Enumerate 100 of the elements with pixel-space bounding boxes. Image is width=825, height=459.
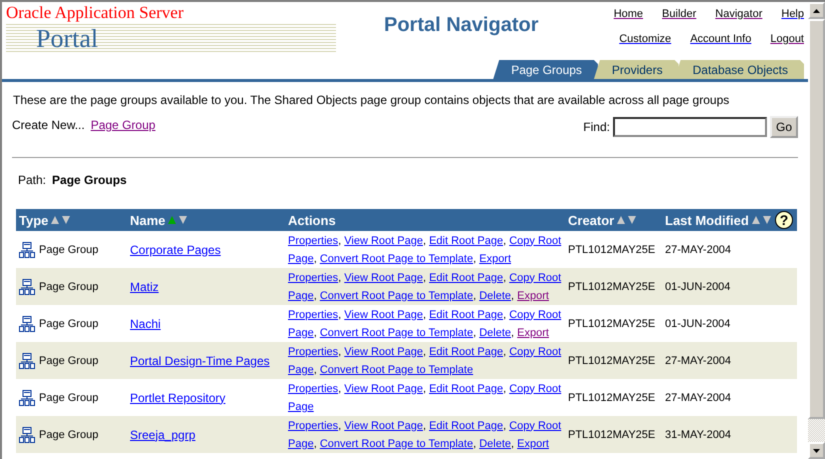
find-field[interactable] [612,117,767,137]
separator-text: , [503,420,506,432]
separator-text: , [338,420,342,432]
separator-text: , [314,326,317,338]
date-cell: 01-JUN-2004 [662,268,797,305]
action-link[interactable]: Export [517,290,549,302]
action-link[interactable]: Page [288,252,314,264]
scrollbar[interactable] [808,2,825,459]
nav-link[interactable]: Help [781,8,804,20]
type-label: Page Group [39,392,98,404]
column-header[interactable]: Type [19,212,48,228]
separator-text: , [422,382,426,394]
action-link[interactable]: Copy Root [509,382,562,394]
creator-cell: PTL1012MAY25E [565,379,662,416]
name-link[interactable]: Sreeja_pgrp [130,428,196,442]
action-link[interactable]: Convert Root Page to Template [320,438,474,450]
down-arrow-icon[interactable] [813,448,820,452]
action-link[interactable]: Properties [288,420,338,432]
page-group-icon [19,352,35,368]
name-link[interactable]: Portlet Repository [130,390,226,404]
action-link[interactable]: Convert Root Page to Template [320,326,474,338]
action-link[interactable]: Copy Root [509,420,562,432]
separator-text: , [511,290,514,302]
separator-text: , [422,346,426,358]
separator-text: , [422,308,426,320]
name-link[interactable]: Corporate Pages [130,242,221,256]
action-link[interactable]: Page [288,438,314,450]
action-link[interactable]: Delete [479,438,512,450]
action-link[interactable]: Copy Root [509,308,562,320]
separator-text: , [314,438,317,450]
column-header[interactable]: Name [130,212,166,228]
type-label: Page Group [39,244,98,256]
sort-arrows-icon[interactable] [51,216,72,224]
action-link[interactable]: Properties [288,234,338,246]
separator-text: , [314,290,317,302]
date-cell: 27-MAY-2004 [662,379,797,416]
separator-text: , [338,234,342,246]
tab[interactable]: Page Groups [493,60,598,79]
vendor-logo-text: Oracle Application Server [6,4,184,21]
separator-text: , [338,382,342,394]
action-link[interactable]: View Root Page [344,346,423,358]
name-link[interactable]: Nachi [130,316,161,330]
action-link[interactable]: Delete [479,290,512,302]
action-link[interactable]: Edit Root Page [429,420,504,432]
action-link[interactable]: Convert Root Page to Template [320,364,474,376]
action-link[interactable]: View Root Page [344,420,423,432]
sort-arrows-icon[interactable] [617,216,638,224]
column-header[interactable]: Last Modified [665,212,749,228]
action-link[interactable]: Page [288,364,314,376]
nav-link[interactable]: Builder [662,8,696,20]
action-link[interactable]: Edit Root Page [429,272,504,284]
go-button[interactable]: Go [770,116,798,138]
up-arrow-icon[interactable] [813,8,820,12]
action-link[interactable]: Copy Root [509,346,562,358]
nav-link[interactable]: Customize [619,33,672,45]
nav-link[interactable]: Logout [770,33,804,45]
separator-text: , [338,308,342,320]
action-link[interactable]: Convert Root Page to Template [320,252,474,264]
action-link[interactable]: Edit Root Page [429,234,504,246]
action-link[interactable]: Copy Root [509,272,562,284]
creator-cell: PTL1012MAY25E [565,268,662,305]
action-link[interactable]: Export [517,438,549,450]
type-label: Page Group [39,318,98,330]
action-link[interactable]: Properties [288,346,338,358]
help-icon[interactable]: ? [774,211,793,229]
action-link[interactable]: Properties [288,308,338,320]
action-link[interactable]: Copy Root [509,234,562,246]
separator-text: , [422,272,426,284]
sort-arrows-icon[interactable] [752,216,772,224]
separator-text: , [338,346,342,358]
type-label: Page Group [39,280,98,292]
action-link[interactable]: Edit Root Page [429,308,504,320]
action-link[interactable]: Export [517,326,549,338]
create-page-group-link[interactable]: Page Group [90,118,156,132]
separator-text: , [473,252,476,264]
action-link[interactable]: Properties [288,382,338,394]
separator-text: , [338,272,342,284]
action-link[interactable]: Export [479,252,512,264]
nav-link[interactable]: Home [614,8,644,20]
action-link[interactable]: View Root Page [344,272,423,284]
nav-link[interactable]: Navigator [715,8,762,20]
action-link[interactable]: Edit Root Page [429,382,504,394]
path-value: Page Groups [52,173,127,187]
action-link[interactable]: Edit Root Page [429,346,504,358]
action-link[interactable]: View Root Page [344,234,423,246]
sort-arrows-icon[interactable] [168,216,188,224]
action-link[interactable]: Properties [288,272,338,284]
tab[interactable]: Providers [594,60,679,79]
action-link[interactable]: Convert Root Page to Template [320,290,474,302]
action-link[interactable]: Page [288,400,314,412]
name-link[interactable]: Matiz [130,280,159,294]
action-link[interactable]: View Root Page [344,382,423,394]
action-link[interactable]: Page [288,290,314,302]
action-link[interactable]: View Root Page [344,308,423,320]
separator-text: , [511,326,514,338]
date-cell: 27-MAY-2004 [662,231,797,268]
nav-link[interactable]: Account Info [690,33,752,45]
date-cell: 27-MAY-2004 [662,342,797,379]
action-link[interactable]: Delete [479,326,512,338]
action-link[interactable]: Page [288,326,314,338]
